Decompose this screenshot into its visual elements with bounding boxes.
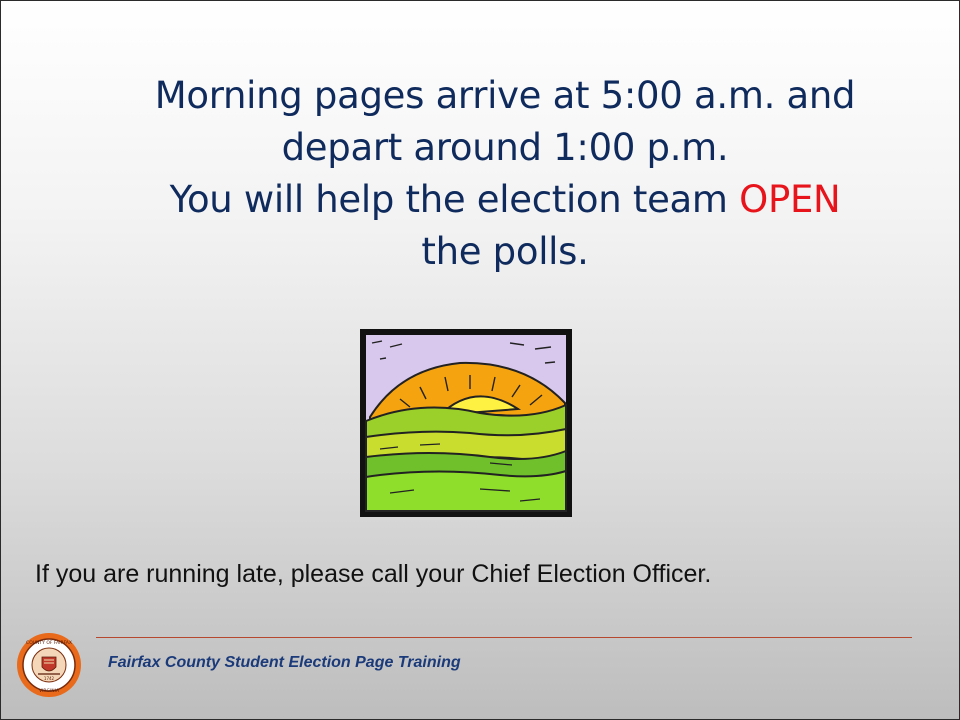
seal-year: 1742 [44,676,55,681]
headline: Morning pages arrive at 5:00 a.m. and de… [60,70,950,278]
county-seal-icon: COUNTY OF FAIRFAX VIRGINIA 1742 [17,633,81,697]
footer-divider [96,637,912,638]
headline-line-2: depart around 1:00 p.m. [281,126,729,169]
headline-line-3: You will help the election team OPEN [60,174,950,226]
footer-title: Fairfax County Student Election Page Tra… [108,654,461,671]
seal-bottom-text: VIRGINIA [39,688,60,694]
headline-line-3-text: You will help the election team [169,178,740,221]
headline-line-1: Morning pages arrive at 5:00 a.m. and [154,74,856,117]
seal-top-text: COUNTY OF FAIRFAX [26,640,72,646]
open-emphasis: OPEN [739,178,841,221]
headline-line-4: the polls. [421,230,589,273]
sunrise-over-hills-icon [360,329,572,517]
late-notice: If you are running late, please call you… [35,560,712,588]
